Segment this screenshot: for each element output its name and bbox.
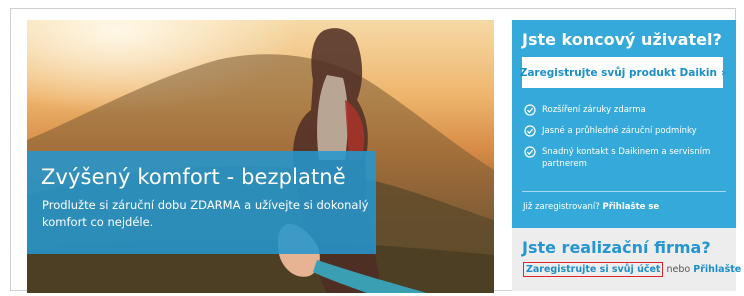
or-text: nebo bbox=[666, 264, 691, 275]
benefit-text: Rozšíření záruky zdarma bbox=[542, 105, 646, 115]
check-circle-icon bbox=[524, 125, 536, 137]
hero-text: Prodlužte si záruční dobu ZDARMA a užíve… bbox=[42, 198, 369, 229]
benefit-text: Snadný kontakt s Daikinem a servisním pa… bbox=[542, 147, 711, 169]
benefit-item: Snadný kontakt s Daikinem a servisním pa… bbox=[524, 146, 729, 170]
register-company-account-link[interactable]: Zaregistrujte si svůj účet bbox=[523, 262, 664, 277]
end-user-heading: Jste koncový uživatel? bbox=[522, 30, 722, 49]
benefit-item: Rozšíření záruky zdarma bbox=[524, 104, 729, 116]
check-circle-icon bbox=[524, 146, 536, 158]
benefit-item: Jasné a průhledné záruční podmínky bbox=[524, 125, 729, 137]
company-heading: Jste realizační firma? bbox=[522, 238, 711, 257]
benefit-text: Jasné a průhledné záruční podmínky bbox=[542, 126, 697, 136]
hero-caption-box: Zvýšený komfort - bezplatně Prodlužte si… bbox=[27, 151, 376, 254]
already-registered-line: Již zaregistrovaní? Přihlašte se bbox=[523, 202, 659, 212]
benefit-list: Rozšíření záruky zdarma Jasné a průhledn… bbox=[524, 104, 729, 179]
hero-banner[interactable]: Zvýšený komfort - bezplatně Prodlužte si… bbox=[27, 20, 494, 293]
company-login-link[interactable]: Přihlašte se bbox=[693, 264, 744, 275]
already-registered-text: Již zaregistrovaní? bbox=[523, 202, 600, 212]
panel-divider bbox=[522, 191, 726, 192]
chevron-right-icon: › bbox=[720, 66, 726, 79]
check-circle-icon bbox=[524, 104, 536, 116]
company-panel: Jste realizační firma? Zaregistrujte si … bbox=[512, 228, 744, 291]
register-product-label: Zaregistrujte svůj produkt Daikin bbox=[519, 66, 717, 79]
hero-title: Zvýšený komfort - bezplatně bbox=[41, 165, 346, 189]
end-user-login-link[interactable]: Přihlašte se bbox=[602, 202, 659, 212]
company-links: Zaregistrujte si svůj účet nebo Přihlašt… bbox=[523, 262, 744, 277]
register-product-button[interactable]: Zaregistrujte svůj produkt Daikin › bbox=[519, 57, 726, 88]
end-user-panel: Jste koncový uživatel? Zaregistrujte svů… bbox=[512, 20, 736, 228]
